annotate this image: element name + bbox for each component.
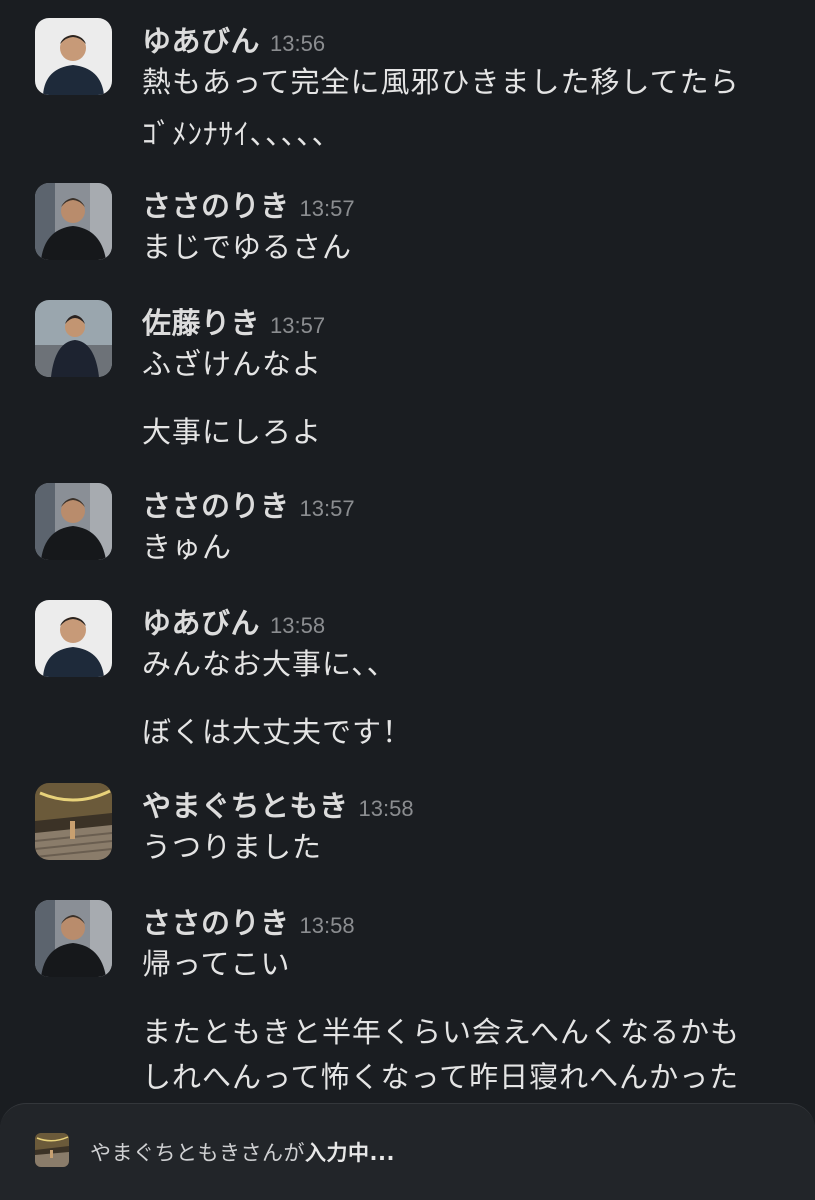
typing-status: 入力中... (305, 1141, 395, 1165)
avatar-image (35, 183, 112, 260)
message-header: ささのりき 13:57 (142, 483, 355, 523)
avatar[interactable] (35, 900, 112, 977)
message-feed: ゆあびん 13:56 熱もあって完全に風邪ひきました移してたら ｺﾞﾒﾝﾅｻｲ、、… (0, 0, 815, 1200)
message-text: ふざけんなよ (142, 347, 323, 381)
timestamp[interactable]: 13:57 (270, 313, 325, 339)
message-text: 熱もあって完全に風邪ひきました移してたら (142, 65, 740, 99)
message-text: ｺﾞﾒﾝﾅｻｲ、、、、、 (142, 117, 342, 151)
typing-user-avatar (35, 1133, 69, 1167)
message-text: きゅん (142, 530, 233, 564)
message-text: 大事にしろよ (142, 415, 323, 449)
avatar-image (35, 300, 112, 377)
message-text: ぼくは大丈夫です！ (142, 715, 413, 749)
avatar[interactable] (35, 783, 112, 860)
user-name[interactable]: ささのりき (142, 183, 290, 225)
avatar-image (35, 783, 112, 860)
message-header: ささのりき 13:57 (142, 183, 355, 223)
message-text: 帰ってこい (142, 947, 291, 981)
message-header: やまぐちともき 13:58 (142, 783, 414, 823)
message-header: ささのりき 13:58 (142, 900, 355, 940)
user-name[interactable]: ゆあびん (142, 18, 260, 60)
user-name[interactable]: 佐藤りき (142, 300, 260, 342)
message-text: しれへんって怖くなって昨日寝れへんかった (142, 1060, 740, 1094)
timestamp[interactable]: 13:57 (300, 196, 355, 222)
avatar-image (35, 900, 112, 977)
timestamp[interactable]: 13:58 (359, 796, 414, 822)
message-header: 佐藤りき 13:57 (142, 300, 325, 340)
avatar[interactable] (35, 18, 112, 95)
timestamp[interactable]: 13:56 (270, 31, 325, 57)
user-name[interactable]: ささのりき (142, 900, 290, 942)
user-name[interactable]: やまぐちともき (142, 783, 349, 825)
message-text: まじでゆるさん (142, 230, 353, 264)
message-header: ゆあびん 13:58 (142, 600, 325, 640)
message-header: ゆあびん 13:56 (142, 18, 325, 58)
avatar-image (35, 600, 112, 677)
message-text: またともきと半年くらい会えへんくなるかも (142, 1015, 740, 1049)
avatar-image (35, 18, 112, 95)
typing-indicator: やまぐちともきさんが入力中... (90, 1137, 395, 1167)
avatar-image (35, 483, 112, 560)
message-text: うつりました (142, 830, 323, 864)
avatar[interactable] (35, 183, 112, 260)
timestamp[interactable]: 13:58 (270, 613, 325, 639)
composer-panel[interactable]: やまぐちともきさんが入力中... (0, 1103, 815, 1200)
timestamp[interactable]: 13:57 (300, 496, 355, 522)
avatar[interactable] (35, 483, 112, 560)
message-text: みんなお大事に、、 (142, 647, 397, 681)
avatar[interactable] (35, 300, 112, 377)
avatar[interactable] (35, 600, 112, 677)
typing-prefix: やまぐちともきさんが (90, 1141, 305, 1165)
user-name[interactable]: ゆあびん (142, 600, 260, 642)
avatar-image (35, 1133, 69, 1167)
user-name[interactable]: ささのりき (142, 483, 290, 525)
timestamp[interactable]: 13:58 (300, 913, 355, 939)
